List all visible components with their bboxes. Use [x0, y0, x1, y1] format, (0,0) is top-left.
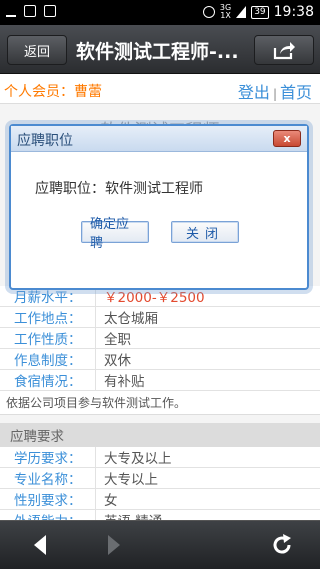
detail-key: 作息制度：: [0, 349, 96, 369]
detail-key: 工作地点：: [0, 307, 96, 327]
title-bar: 返回 软件测试工程师-...: [0, 25, 320, 74]
usb-icon: [6, 5, 16, 17]
share-icon: [273, 42, 295, 60]
member-label: 个人会员：: [4, 84, 74, 100]
back-button[interactable]: 返回: [7, 35, 67, 65]
requirement-value: 大专以上: [104, 472, 158, 488]
detail-value: 全职: [104, 332, 131, 348]
job-description: 依据公司项目参与软件测试工作。: [0, 391, 320, 415]
detail-row: 食宿情况： 有补贴: [0, 370, 320, 391]
detail-key: 食宿情况：: [0, 370, 96, 390]
apply-dialog: 应聘职位 x 应聘职位：软件测试工程师 确定应聘 关闭: [9, 124, 309, 290]
requirement-value: 大专及以上: [104, 451, 172, 467]
detail-value: 有补贴: [104, 374, 145, 390]
signal-icon: [236, 6, 247, 18]
bottom-nav: [0, 520, 320, 569]
requirement-key: 学历要求：: [0, 447, 96, 467]
requirement-key: 专业名称：: [0, 468, 96, 488]
battery-level: 39: [251, 5, 269, 19]
link-separator: |: [272, 87, 277, 101]
member-info: 个人会员：曹蕾: [4, 81, 102, 101]
member-bar: 个人会员：曹蕾 登出 | 首页: [0, 74, 320, 104]
detail-row: 作息制度： 双休: [0, 349, 320, 370]
close-button[interactable]: 关闭: [171, 221, 239, 243]
requirement-key: 性别要求：: [0, 489, 96, 509]
dialog-header: 应聘职位 x: [11, 126, 307, 152]
dialog-message: 应聘职位：软件测试工程师: [35, 181, 203, 197]
requirement-row: 外语能力： 英语 精通: [0, 510, 320, 520]
requirement-row: 学历要求： 大专及以上: [0, 447, 320, 468]
share-button[interactable]: [254, 35, 314, 65]
nav-back-icon[interactable]: [34, 535, 46, 555]
image-icon: [24, 5, 36, 17]
requirement-row: 性别要求： 女: [0, 489, 320, 510]
alarm-icon: [202, 6, 215, 18]
clock: 19:38: [273, 4, 314, 20]
requirement-key: 外语能力：: [0, 510, 96, 520]
requirement-row: 专业名称： 大专以上: [0, 468, 320, 489]
confirm-apply-button[interactable]: 确定应聘: [81, 217, 149, 251]
logout-link[interactable]: 登出: [238, 83, 270, 102]
detail-row: 工作地点： 太仓城厢: [0, 307, 320, 328]
detail-value: 双休: [104, 353, 131, 369]
member-links: 登出 | 首页: [238, 79, 312, 103]
status-bar: 3G 1X 39 19:38: [0, 0, 320, 25]
status-indicators: 3G 1X 39 19:38: [202, 4, 314, 20]
requirements-header: 应聘要求: [0, 423, 320, 447]
detail-row: 工作性质： 全职: [0, 328, 320, 349]
requirement-value: 女: [104, 493, 118, 509]
detail-value: 太仓城厢: [104, 311, 158, 327]
dialog-close-button[interactable]: x: [273, 130, 301, 147]
member-name: 曹蕾: [74, 84, 102, 100]
dialog-title: 应聘职位: [17, 133, 73, 149]
job-details: 月薪水平： ￥2000-￥2500 工作地点： 太仓城厢 工作性质： 全职 作息…: [0, 286, 320, 520]
nav-forward-icon[interactable]: [108, 535, 120, 555]
page-title: 软件测试工程师-...: [76, 41, 239, 61]
refresh-icon[interactable]: [270, 533, 294, 557]
network-indicator: 3G 1X: [220, 4, 231, 20]
detail-key: 工作性质：: [0, 328, 96, 348]
status-notifications: [6, 5, 56, 17]
home-link[interactable]: 首页: [280, 83, 312, 102]
requirement-value: 英语 精通: [96, 510, 162, 520]
network-subtype: 1X: [220, 11, 231, 20]
download-icon: [44, 5, 56, 17]
